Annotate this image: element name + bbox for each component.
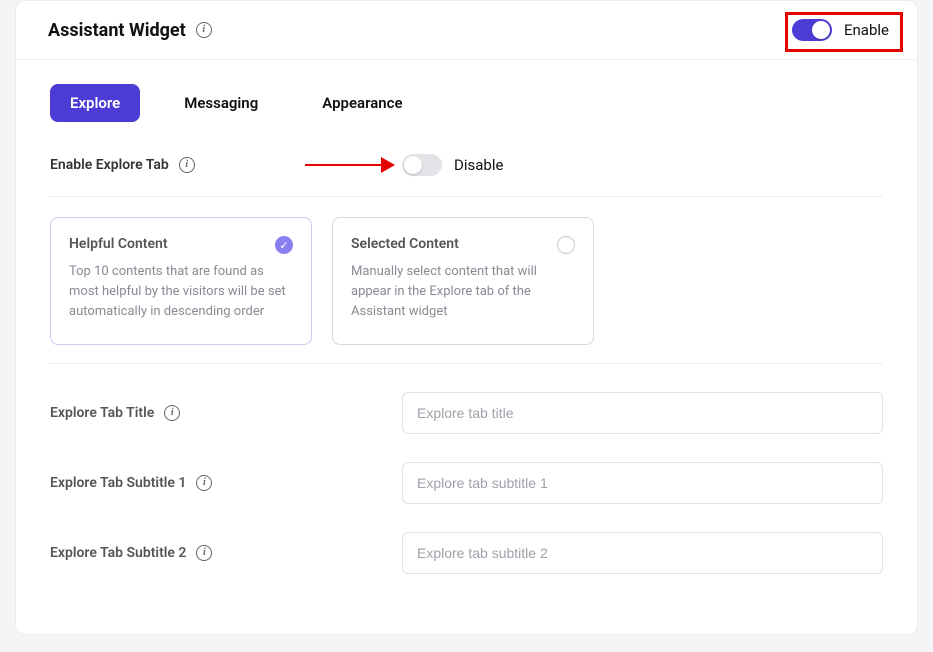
- field-label: Explore Tab Subtitle 2: [50, 545, 186, 561]
- tab-messaging[interactable]: Messaging: [164, 84, 278, 122]
- explore-tab-title-row: Explore Tab Title i: [50, 392, 883, 434]
- toggle-knob: [404, 156, 422, 174]
- page-title: Assistant Widget: [48, 20, 186, 41]
- info-icon[interactable]: i: [196, 22, 212, 38]
- divider: [50, 196, 883, 197]
- toggle-knob: [812, 21, 830, 39]
- card-header: Assistant Widget i Enable: [16, 1, 917, 60]
- option-header: Selected Content: [351, 236, 575, 254]
- info-icon[interactable]: i: [196, 545, 212, 561]
- enable-explore-label: Enable Explore Tab: [50, 157, 169, 173]
- tabs: Explore Messaging Appearance: [50, 84, 883, 122]
- enable-explore-label-wrap: Enable Explore Tab i: [50, 157, 390, 173]
- option-header: Helpful Content ✓: [69, 236, 293, 254]
- option-title: Selected Content: [351, 236, 459, 252]
- card-body: Explore Messaging Appearance Enable Expl…: [16, 60, 917, 634]
- tab-explore[interactable]: Explore: [50, 84, 140, 122]
- content-options: Helpful Content ✓ Top 10 contents that a…: [50, 217, 883, 345]
- enable-explore-toggle-wrap: Disable: [402, 154, 503, 176]
- option-selected-content[interactable]: Selected Content Manually select content…: [332, 217, 594, 345]
- form-label-wrap: Explore Tab Subtitle 1 i: [50, 475, 402, 491]
- form-label-wrap: Explore Tab Subtitle 2 i: [50, 545, 402, 561]
- enable-explore-row: Enable Explore Tab i Disable: [50, 154, 883, 176]
- enable-widget-toggle[interactable]: [792, 19, 832, 41]
- tab-appearance[interactable]: Appearance: [302, 84, 422, 122]
- settings-card: Assistant Widget i Enable Explore Messag…: [15, 0, 918, 635]
- enable-widget-toggle-label: Enable: [844, 21, 889, 39]
- explore-tab-subtitle1-input[interactable]: [402, 462, 883, 504]
- option-desc: Manually select content that will appear…: [351, 262, 575, 322]
- field-label: Explore Tab Title: [50, 405, 154, 421]
- info-icon[interactable]: i: [179, 157, 195, 173]
- explore-tab-subtitle2-input[interactable]: [402, 532, 883, 574]
- divider: [50, 363, 883, 364]
- info-icon[interactable]: i: [196, 475, 212, 491]
- explore-tab-subtitle1-row: Explore Tab Subtitle 1 i: [50, 462, 883, 504]
- field-label: Explore Tab Subtitle 1: [50, 475, 186, 491]
- info-icon[interactable]: i: [164, 405, 180, 421]
- explore-tab-title-input[interactable]: [402, 392, 883, 434]
- enable-explore-toggle-label: Disable: [454, 156, 503, 174]
- explore-tab-subtitle2-row: Explore Tab Subtitle 2 i: [50, 532, 883, 574]
- radio-unchecked-icon: [557, 236, 575, 254]
- enable-explore-toggle[interactable]: [402, 154, 442, 176]
- option-helpful-content[interactable]: Helpful Content ✓ Top 10 contents that a…: [50, 217, 312, 345]
- form-label-wrap: Explore Tab Title i: [50, 405, 402, 421]
- check-icon: ✓: [275, 236, 293, 254]
- option-desc: Top 10 contents that are found as most h…: [69, 262, 293, 322]
- option-title: Helpful Content: [69, 236, 168, 252]
- enable-widget-toggle-wrap: Enable: [792, 19, 889, 41]
- title-wrap: Assistant Widget i: [48, 20, 212, 41]
